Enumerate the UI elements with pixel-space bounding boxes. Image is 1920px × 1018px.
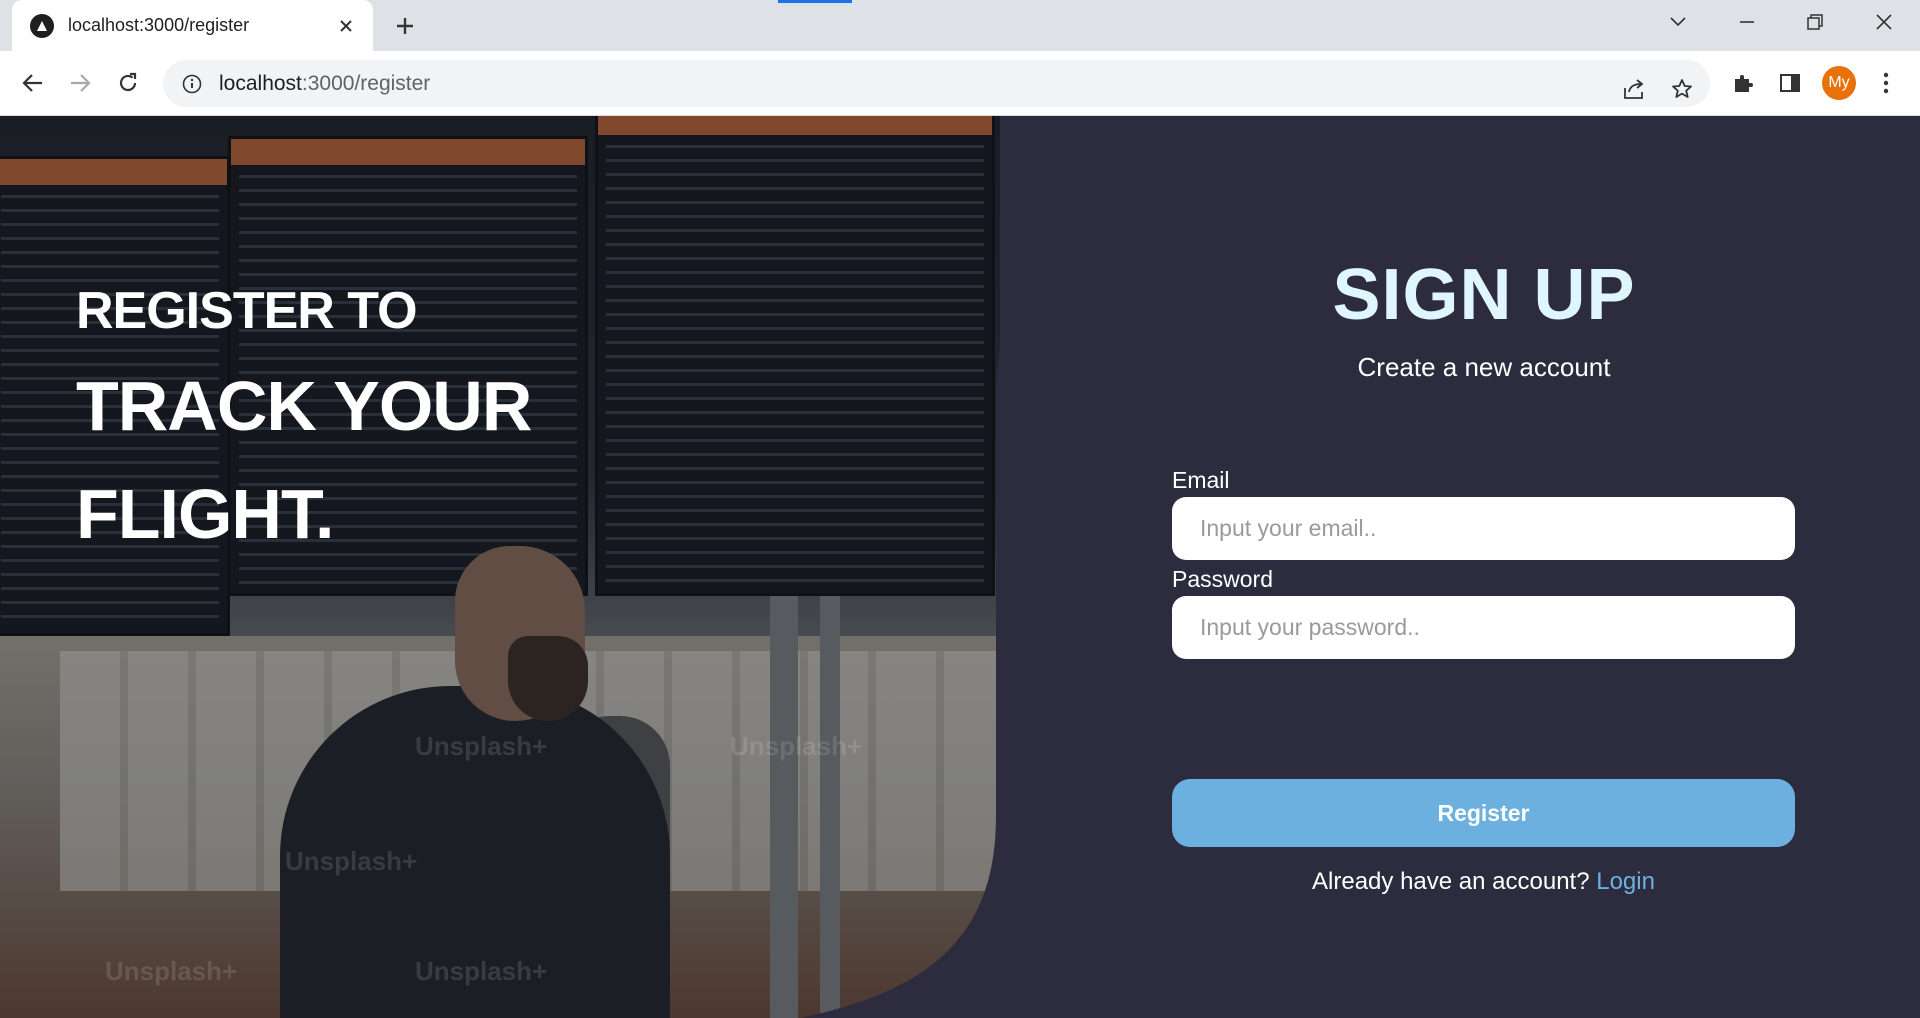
- form-title: SIGN UP: [1332, 255, 1636, 335]
- tab-title: localhost:3000/register: [68, 15, 250, 35]
- register-page: Unsplash+ Unsplash+ Unsplash+ Unsplash+ …: [0, 116, 1920, 1018]
- chevron-down-icon[interactable]: [1656, 6, 1700, 38]
- email-field[interactable]: [1172, 497, 1795, 560]
- side-panel-icon[interactable]: [1772, 65, 1808, 101]
- login-prompt: Already have an account? Login: [1172, 868, 1795, 896]
- form-subtitle: Create a new account: [1357, 352, 1611, 382]
- reload-icon[interactable]: [110, 65, 146, 101]
- password-field[interactable]: [1172, 596, 1795, 659]
- plus-icon[interactable]: [390, 11, 420, 41]
- star-icon[interactable]: [1662, 69, 1702, 109]
- email-label: Email: [1172, 467, 1230, 493]
- address-url: localhost:3000/register: [219, 71, 431, 95]
- tab-strip-indicator: [778, 0, 852, 3]
- browser-toolbar: localhost:3000/register: [0, 51, 1920, 116]
- minimize-icon[interactable]: [1725, 6, 1769, 38]
- share-icon[interactable]: [1614, 69, 1654, 109]
- password-label: Password: [1172, 566, 1273, 592]
- browser-tab-bar: localhost:3000/register: [0, 0, 1920, 51]
- restore-icon[interactable]: [1793, 6, 1837, 38]
- arrow-right-icon[interactable]: [62, 65, 98, 101]
- hero-heading-line3: FLIGHT.: [76, 475, 334, 553]
- login-prompt-text: Already have an account?: [1312, 868, 1590, 895]
- arrow-left-icon[interactable]: [15, 65, 51, 101]
- browser-tab[interactable]: localhost:3000/register: [12, 0, 373, 51]
- hero-heading-line1: REGISTER TO: [76, 282, 418, 340]
- address-bar[interactable]: localhost:3000/register: [163, 60, 1710, 107]
- close-icon[interactable]: [333, 13, 359, 39]
- kebab-menu-icon[interactable]: [1868, 65, 1904, 101]
- register-button[interactable]: Register: [1172, 779, 1795, 847]
- login-link[interactable]: Login: [1596, 868, 1655, 895]
- hero-heading-line2: TRACK YOUR: [76, 367, 532, 445]
- profile-avatar[interactable]: My: [1822, 66, 1856, 100]
- puzzle-icon[interactable]: [1725, 65, 1761, 101]
- info-icon[interactable]: [181, 73, 203, 95]
- close-window-icon[interactable]: [1862, 6, 1906, 38]
- triangle-icon: [30, 13, 54, 38]
